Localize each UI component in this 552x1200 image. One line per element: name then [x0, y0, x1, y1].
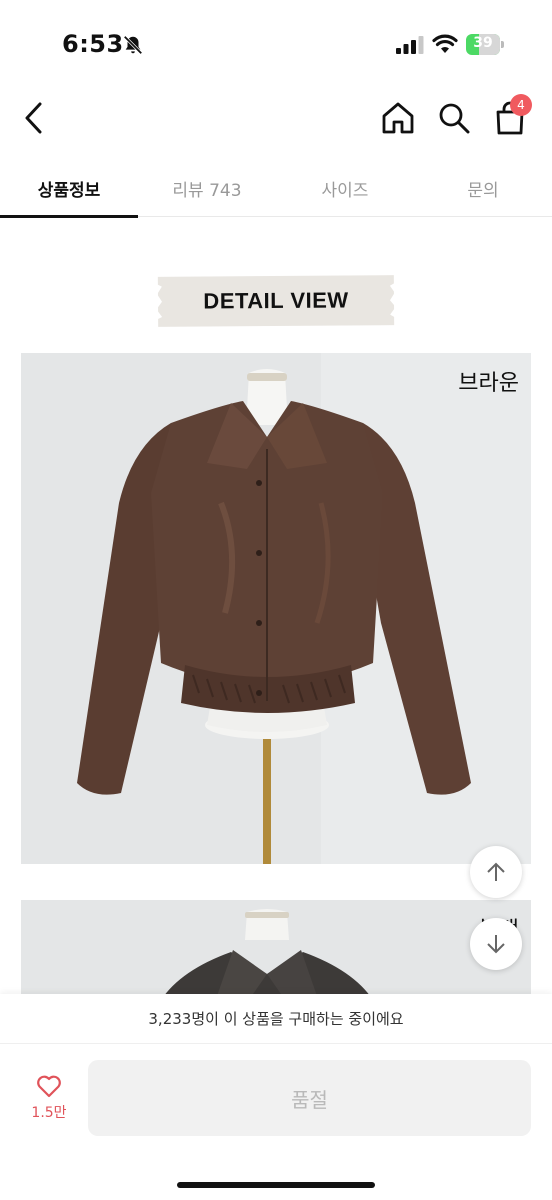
battery-tip — [501, 41, 504, 48]
status-time: 6:53 — [62, 30, 124, 58]
like-button[interactable]: 1.5만 — [20, 1074, 78, 1130]
detail-view-title: DETAIL VIEW — [203, 287, 349, 314]
arrow-up-icon — [487, 862, 505, 881]
scroll-down-button[interactable] — [470, 918, 522, 970]
heart-icon — [37, 1075, 61, 1098]
purchase-bar: 3,233명이 이 상품을 구매하는 중이에요 1.5만 품절 — [0, 994, 552, 1200]
arrow-down-icon — [487, 935, 505, 954]
battery-icon: 39 — [466, 34, 504, 55]
color-label-brown: 브라운 — [458, 371, 519, 396]
like-count: 1.5만 — [31, 1105, 67, 1121]
product-tabs: 상품정보 리뷰 743 사이즈 문의 — [0, 160, 552, 218]
tab-product-info[interactable]: 상품정보 — [0, 160, 138, 218]
cart-count-badge: 4 — [510, 94, 532, 116]
home-indicator — [177, 1182, 375, 1188]
buying-now-notice: 3,233명이 이 상품을 구매하는 중이에요 — [0, 994, 552, 1044]
header-actions: 4 — [378, 94, 534, 138]
home-button[interactable] — [378, 98, 418, 138]
tab-reviews[interactable]: 리뷰 743 — [138, 160, 276, 217]
search-icon — [439, 103, 470, 134]
jacket-illustration-black — [21, 900, 531, 1000]
sold-out-button[interactable]: 품절 — [88, 1060, 531, 1136]
detail-view-banner: DETAIL VIEW — [157, 275, 395, 327]
wifi-icon — [432, 34, 458, 53]
jacket-illustration-brown — [21, 353, 531, 864]
battery-percent: 39 — [473, 35, 493, 51]
search-button[interactable] — [434, 98, 474, 138]
product-photo-black: 블랙 — [21, 900, 531, 1000]
back-button[interactable] — [18, 100, 50, 136]
bell-off-icon — [123, 35, 143, 55]
product-photo-brown: 브라운 — [21, 353, 531, 864]
back-icon — [25, 102, 42, 134]
home-icon — [382, 102, 414, 134]
scroll-up-button[interactable] — [470, 846, 522, 898]
tab-size[interactable]: 사이즈 — [276, 160, 414, 217]
signal-icon — [396, 36, 424, 54]
status-bar: 6:53 39 — [0, 0, 552, 90]
tab-inquiry[interactable]: 문의 — [414, 160, 552, 217]
